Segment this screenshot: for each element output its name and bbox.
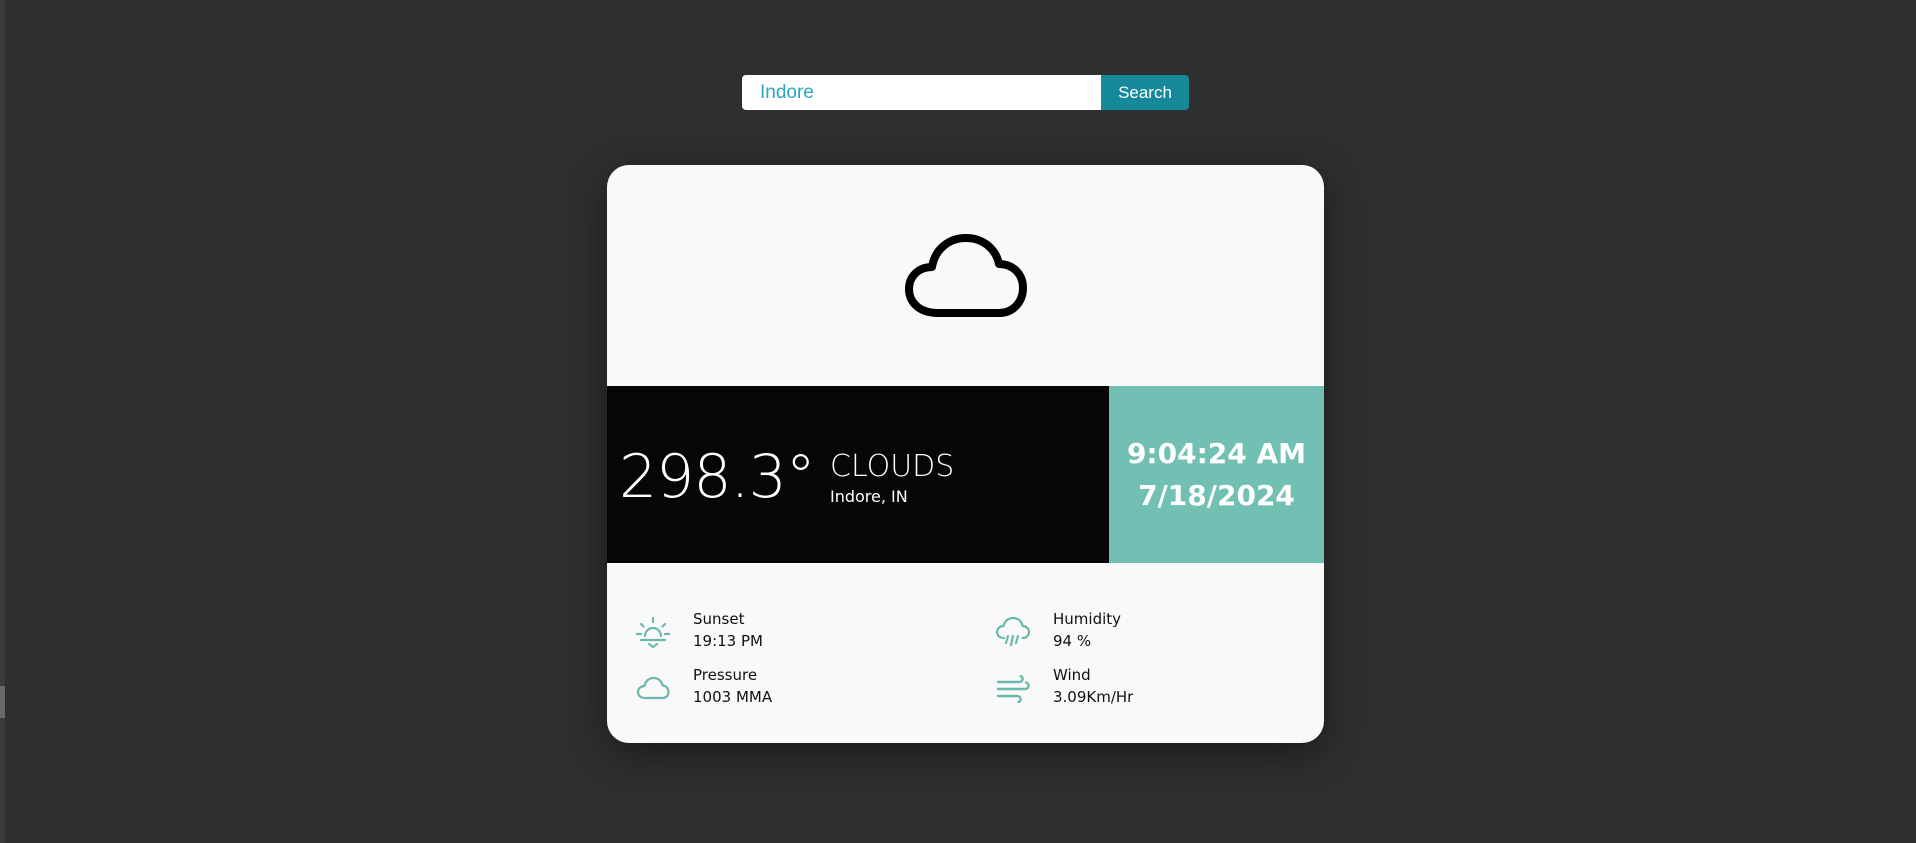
detail-humidity-text: Humidity 94 % — [1053, 608, 1121, 652]
detail-value: 19:13 PM — [693, 632, 763, 650]
detail-wind-text: Wind 3.09Km/Hr — [1053, 664, 1133, 708]
detail-sunset: Sunset 19:13 PM — [633, 608, 933, 654]
location: Indore, IN — [830, 487, 908, 506]
weather-card: 298.3° CLOUDS Indore, IN 9:04:24 AM 7/18… — [607, 165, 1324, 743]
detail-value: 94 % — [1053, 632, 1092, 650]
detail-label: Sunset — [693, 610, 745, 628]
current-time: 9:04:24 AM — [1126, 436, 1307, 470]
temperature: 298.3° — [619, 442, 816, 512]
detail-pressure-text: Pressure 1003 MMA — [693, 664, 772, 708]
window-edge — [0, 0, 5, 843]
detail-label: Wind — [1053, 666, 1091, 684]
weather-details: Sunset 19:13 PM Humidity 94 % Pressure 1… — [607, 563, 1324, 743]
search-bar: Search — [742, 75, 1189, 110]
detail-humidity: Humidity 94 % — [993, 608, 1293, 654]
detail-label: Humidity — [1053, 610, 1122, 628]
search-input[interactable] — [742, 75, 1101, 110]
wind-icon — [993, 668, 1033, 708]
detail-value: 1003 MMA — [693, 688, 773, 706]
search-button[interactable]: Search — [1101, 75, 1189, 110]
weather-condition: CLOUDS — [830, 449, 955, 484]
weather-icon-area — [607, 165, 1324, 386]
page: Search 298.3° CLOUDS Indore, IN 9:04:24 … — [0, 0, 1916, 843]
weather-summary: 298.3° CLOUDS Indore, IN — [607, 386, 1109, 563]
datetime-panel: 9:04:24 AM 7/18/2024 — [1109, 386, 1324, 563]
detail-label: Pressure — [693, 666, 758, 684]
window-edge-marker — [0, 686, 5, 718]
weather-band: 298.3° CLOUDS Indore, IN 9:04:24 AM 7/18… — [607, 386, 1324, 563]
detail-sunset-text: Sunset 19:13 PM — [693, 608, 763, 652]
detail-pressure: Pressure 1003 MMA — [633, 664, 933, 710]
current-date: 7/18/2024 — [1138, 478, 1295, 512]
sunset-icon — [633, 612, 673, 652]
humidity-icon — [993, 612, 1033, 652]
cloud-icon — [904, 231, 1028, 321]
detail-wind: Wind 3.09Km/Hr — [993, 664, 1293, 710]
detail-value: 3.09Km/Hr — [1053, 688, 1134, 706]
pressure-icon — [633, 668, 673, 708]
